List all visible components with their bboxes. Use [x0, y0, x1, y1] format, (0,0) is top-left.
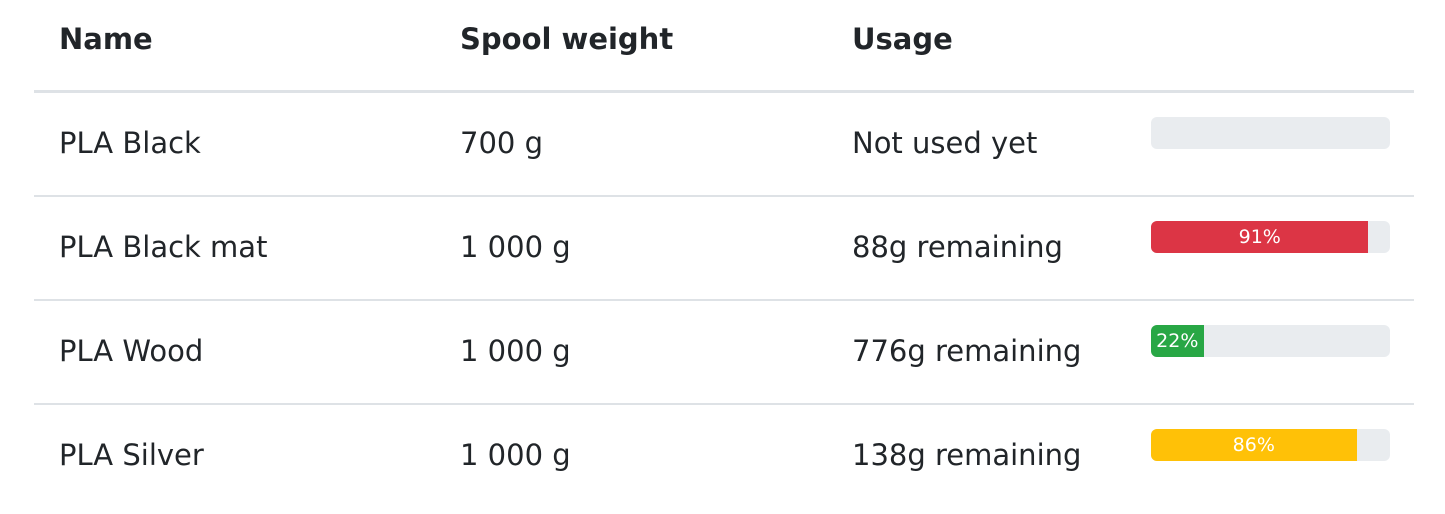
spool-weight: 1 000 g — [460, 230, 571, 264]
spool-weight: 1 000 g — [460, 334, 571, 368]
usage-progress-bar: 91% — [1151, 221, 1369, 253]
usage-progress — [1151, 117, 1390, 149]
header-usage[interactable]: Usage — [852, 19, 953, 59]
header-name[interactable]: Name — [59, 19, 153, 59]
table-row[interactable]: PLA Silver 1 000 g 138g remaining 86% — [34, 405, 1414, 507]
spool-usage-text: 88g remaining — [852, 230, 1063, 264]
table-row[interactable]: PLA Black 700 g Not used yet — [34, 93, 1414, 197]
spool-weight: 1 000 g — [460, 438, 571, 472]
table-row[interactable]: PLA Wood 1 000 g 776g remaining 22% — [34, 301, 1414, 405]
spool-weight: 700 g — [460, 126, 543, 160]
usage-progress: 22% — [1151, 325, 1390, 357]
spool-name: PLA Wood — [59, 334, 204, 368]
spool-name: PLA Silver — [59, 438, 204, 472]
spool-table: Name Spool weight Usage PLA Black 700 g … — [34, 0, 1414, 507]
usage-progress-bar: 86% — [1151, 429, 1357, 461]
table-row[interactable]: PLA Black mat 1 000 g 88g remaining 91% — [34, 197, 1414, 301]
usage-progress-bar: 22% — [1151, 325, 1204, 357]
spool-name: PLA Black mat — [59, 230, 268, 264]
spool-name: PLA Black — [59, 126, 201, 160]
spool-usage-text: Not used yet — [852, 126, 1038, 160]
spool-usage-text: 138g remaining — [852, 438, 1082, 472]
usage-progress: 86% — [1151, 429, 1390, 461]
header-spool-weight[interactable]: Spool weight — [460, 19, 673, 59]
table-header: Name Spool weight Usage — [34, 0, 1414, 93]
usage-progress: 91% — [1151, 221, 1390, 253]
spool-usage-text: 776g remaining — [852, 334, 1082, 368]
